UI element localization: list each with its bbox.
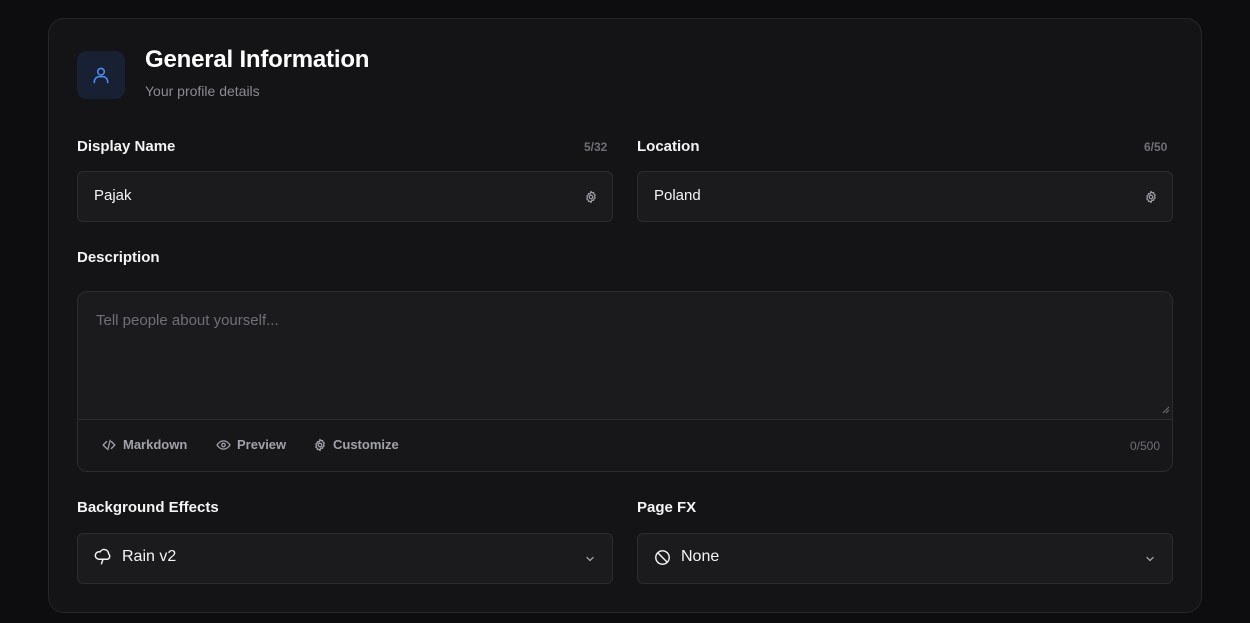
display-name-counter: 5/32 [584, 140, 608, 154]
location-label: Location [637, 138, 700, 155]
description-label: Description [77, 249, 160, 266]
display-name-field[interactable]: Pajak [77, 171, 613, 222]
cloud-rain-icon [94, 548, 111, 565]
resize-handle-icon[interactable] [1160, 404, 1170, 414]
page-fx-select[interactable]: None [637, 533, 1173, 584]
general-information-card: General Information Your profile details… [48, 18, 1202, 613]
gear-icon[interactable] [584, 190, 598, 204]
gear-icon[interactable] [1144, 190, 1158, 204]
description-editor: Tell people about yourself... Markdown P… [77, 291, 1173, 472]
background-effects-select[interactable]: Rain v2 [77, 533, 613, 584]
ban-icon [655, 549, 670, 565]
page-fx-value: None [681, 548, 720, 565]
customize-label: Customize [333, 437, 399, 452]
preview-label: Preview [237, 437, 287, 452]
markdown-label: Markdown [123, 437, 188, 452]
location-field[interactable]: Poland [637, 171, 1173, 222]
background-effects-value: Rain v2 [122, 548, 177, 565]
display-name-value: Pajak [94, 187, 132, 204]
chevron-down-icon [586, 556, 594, 562]
description-textarea[interactable]: Tell people about yourself... [96, 312, 279, 329]
location-value: Poland [654, 187, 701, 204]
section-title: General Information [145, 46, 370, 73]
location-counter: 6/50 [1144, 140, 1168, 154]
code-icon [102, 439, 116, 450]
eye-icon [216, 439, 231, 450]
background-effects-label: Background Effects [77, 499, 219, 516]
page-fx-label: Page FX [637, 499, 697, 516]
chevron-down-icon [1146, 556, 1154, 562]
preview-button[interactable]: Preview [216, 437, 286, 452]
description-toolbar: Markdown Preview Customize 0/500 [78, 419, 1172, 471]
display-name-label: Display Name [77, 138, 176, 155]
gear-icon [315, 438, 325, 451]
section-subtitle: Your profile details [145, 83, 260, 99]
description-counter: 0/500 [1129, 439, 1160, 453]
customize-button[interactable]: Customize [313, 437, 399, 452]
user-icon [77, 51, 125, 99]
markdown-button[interactable]: Markdown [101, 437, 187, 452]
